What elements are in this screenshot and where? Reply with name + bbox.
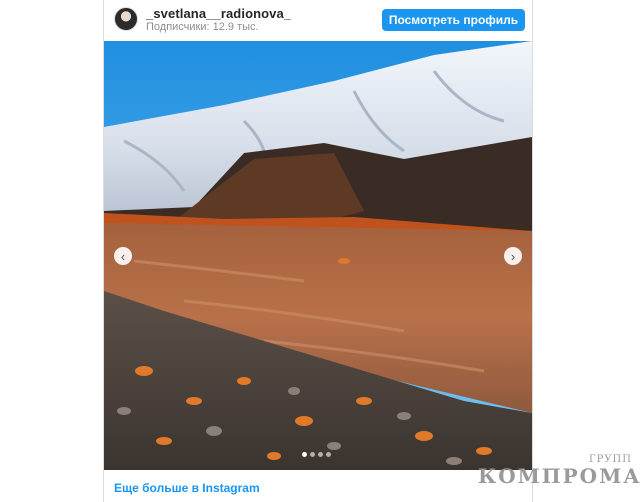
post-photo[interactable]: ‹ ›	[104, 41, 532, 470]
chevron-left-icon: ‹	[120, 248, 126, 264]
username[interactable]: _svetlana__radionova_	[146, 6, 291, 21]
carousel-indicator	[302, 452, 331, 457]
carousel-prev-button[interactable]: ‹	[114, 247, 132, 265]
post-header: _svetlana__radionova_ Подписчики: 12.9 т…	[104, 0, 532, 41]
carousel-dot	[318, 452, 323, 457]
chevron-right-icon: ›	[510, 248, 516, 264]
carousel-dot	[310, 452, 315, 457]
watermark: ГРУПП КОМПРОМАТ	[478, 454, 640, 494]
carousel-next-button[interactable]: ›	[504, 247, 522, 265]
avatar[interactable]	[114, 7, 138, 31]
followers-count: Подписчики: 12.9 тыс.	[146, 21, 259, 33]
more-on-instagram-link[interactable]: Еще больше в Instagram	[114, 481, 260, 495]
carousel-dot	[302, 452, 307, 457]
carousel-dot	[326, 452, 331, 457]
view-profile-button[interactable]: Посмотреть профиль	[382, 9, 525, 31]
instagram-embed-card: _svetlana__radionova_ Подписчики: 12.9 т…	[103, 0, 533, 502]
photo-image	[104, 41, 532, 470]
watermark-big: КОМПРОМАТ	[478, 464, 640, 488]
